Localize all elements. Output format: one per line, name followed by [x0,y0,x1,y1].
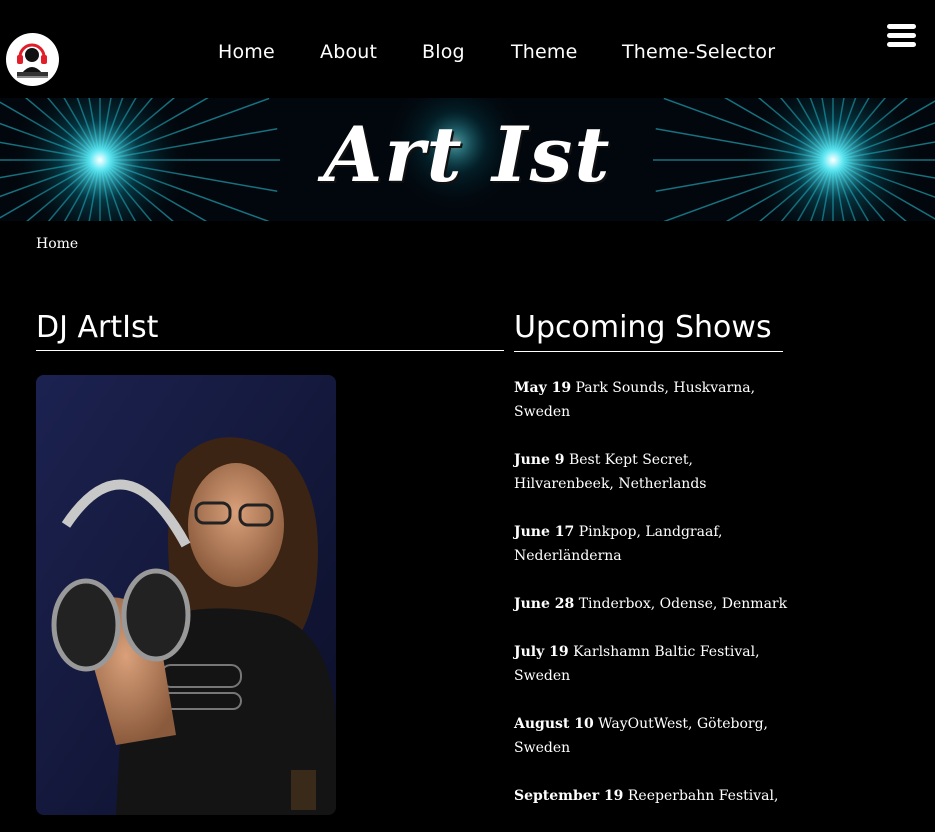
show-date: June 9 [514,452,565,468]
upcoming-shows-title: Upcoming Shows [514,310,772,345]
hero-banner: Art Ist [0,98,935,221]
show-date: June 28 [514,596,575,612]
list-item: June 17 Pinkpop, Landgraaf, Nederländern… [514,520,789,568]
list-item: August 10 WayOutWest, Göteborg, Sweden [514,712,789,760]
nav-blog-link[interactable]: Blog [422,41,465,63]
list-item: September 19 Reeperbahn Festival, [514,784,789,808]
show-date: August 10 [514,716,594,732]
nav-about-link[interactable]: About [320,41,377,63]
dj-photo [36,375,336,815]
list-item: May 19 Park Sounds, Huskvarna, Sweden [514,376,789,424]
hamburger-menu-icon[interactable] [887,24,916,48]
list-item: June 28 Tinderbox, Odense, Denmark [514,592,789,616]
title-underline [36,350,504,351]
shows-underline [514,351,783,352]
nav-theme-selector-link[interactable]: Theme-Selector [622,41,775,63]
banner-title: Art Ist [323,110,612,199]
list-item: July 19 Karlshamn Baltic Festival, Swede… [514,640,789,688]
breadcrumb-home[interactable]: Home [36,236,78,252]
main-nav: Home About Blog Theme Theme-Selector [0,41,935,65]
nav-theme-link[interactable]: Theme [511,41,578,63]
shows-list: May 19 Park Sounds, Huskvarna, Sweden Ju… [514,376,789,832]
show-venue: Tinderbox, Odense, Denmark [574,596,788,612]
show-date: September 19 [514,788,624,804]
show-date: June 17 [514,524,575,540]
nav-home-link[interactable]: Home [218,41,275,63]
show-venue: Reeperbahn Festival, [623,788,779,804]
top-bar: Home About Blog Theme Theme-Selector [0,0,935,98]
show-date: July 19 [514,644,569,660]
show-date: May 19 [514,380,572,396]
list-item: June 9 Best Kept Secret, Hilvarenbeek, N… [514,448,789,496]
page-title: DJ ArtIst [36,310,159,345]
